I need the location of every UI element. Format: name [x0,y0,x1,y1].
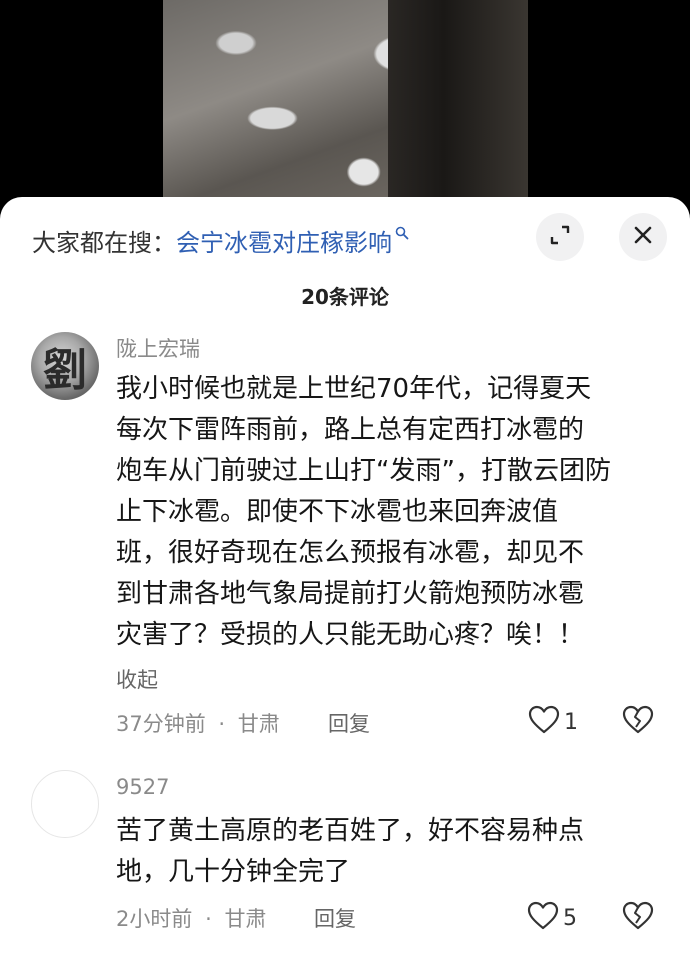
comment-line: 到甘肃各地气象局提前打火箭炮预防冰雹 [116,579,585,609]
comment-line: 我小时候也就是上世纪70年代，记得夏天 [116,374,592,404]
trending-search-bar: 大家都在搜： 会宁冰雹对庄稼影响 [32,222,409,258]
comment-line: 每次下雷阵雨前，路上总有定西打冰雹的 [116,415,585,445]
like-count: 5 [563,905,577,931]
avatar[interactable]: 劉 [31,332,99,400]
close-button[interactable] [619,213,667,261]
search-icon[interactable] [395,225,409,244]
dislike-button[interactable] [622,901,654,935]
close-icon [633,225,653,249]
comment-line: 炮车从门前驶过上山打“发雨”，打散云团防 [116,456,611,486]
trending-search-link[interactable]: 会宁冰雹对庄稼影响 [176,223,392,258]
reply-button[interactable]: 回复 [328,708,370,738]
meta-separator: · [205,907,212,931]
comment-body: 苦了黄土高原的老百姓了，好不容易种点 地，几十分钟全完了 [116,811,672,893]
like-count: 1 [564,709,578,735]
comment-meta: 2小时前 · 甘肃 [116,903,266,933]
comment-line: 班，很好奇现在怎么预报有冰雹，却见不 [116,538,585,568]
reply-button[interactable]: 回复 [314,903,356,933]
comment-line: 地，几十分钟全完了 [116,857,351,887]
broken-heart-icon [622,705,654,739]
comment-location: 甘肃 [237,712,280,736]
collapse-link[interactable]: 收起 [116,664,158,694]
comment-body: 我小时候也就是上世纪70年代，记得夏天 每次下雷阵雨前，路上总有定西打冰雹的 炮… [116,369,672,656]
comment-time: 37分钟前 [116,712,206,736]
comment-username[interactable]: 9527 [116,775,169,799]
comment-line: 止下冰雹。即使不下冰雹也来回奔波值 [116,497,559,527]
trending-search-prefix: 大家都在搜： [32,228,176,257]
avatar-seal-text: 劉 [43,345,87,396]
comment-location: 甘肃 [224,907,267,931]
expand-button[interactable] [536,213,584,261]
comment-count-title: 20条评论 [301,285,389,309]
comment-line: 苦了黄土高原的老百姓了，好不容易种点 [116,816,585,846]
heart-icon [527,901,559,935]
video-frame-wall [388,0,528,215]
comment-time: 2小时前 [116,907,193,931]
expand-icon [549,224,571,250]
dislike-button[interactable] [622,705,654,739]
video-player[interactable] [0,0,690,215]
broken-heart-icon [622,901,654,935]
comment-username[interactable]: 陇上宏瑞 [116,333,200,363]
comment-meta: 37分钟前 · 甘肃 [116,708,280,738]
like-button[interactable]: 1 [528,705,578,739]
heart-icon [528,705,560,739]
avatar[interactable] [31,770,99,838]
meta-separator: · [218,712,226,736]
video-frame [163,0,528,215]
comment-line: 灾害了？受损的人只能无助心疼？唉！！ [116,620,585,650]
like-button[interactable]: 5 [527,901,577,935]
